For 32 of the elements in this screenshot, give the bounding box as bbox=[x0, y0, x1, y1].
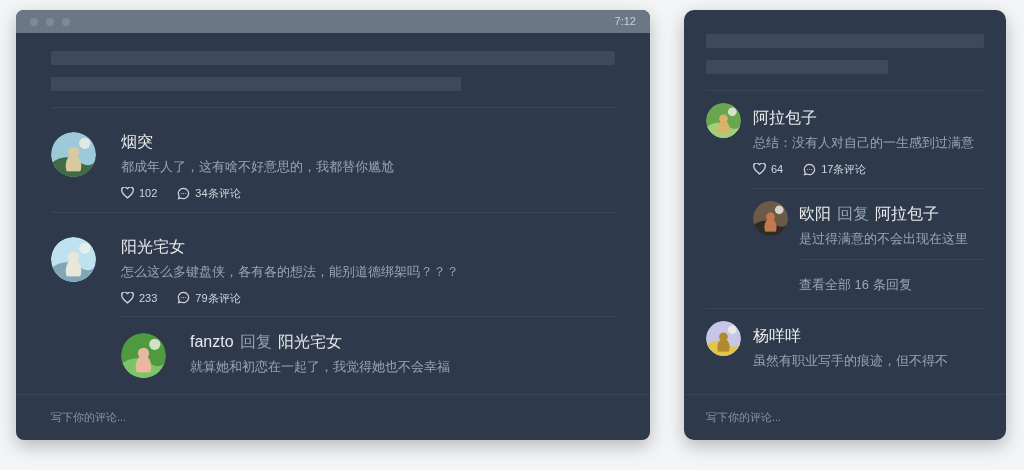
heart-icon bbox=[121, 187, 134, 200]
like-button[interactable]: 102 bbox=[121, 185, 158, 202]
like-button[interactable]: 64 bbox=[753, 161, 784, 178]
like-button[interactable]: 233 bbox=[121, 289, 158, 306]
view-all-replies-link[interactable]: 查看全部 16 条回复 bbox=[799, 276, 912, 292]
heart-icon bbox=[121, 291, 134, 304]
comment-author[interactable]: 阳光宅女 bbox=[121, 235, 615, 258]
reply-target[interactable]: 阿拉包子 bbox=[875, 202, 939, 225]
comment-text: 总结：没有人对自己的一生感到过满意 bbox=[753, 134, 975, 152]
comments-button[interactable]: 79条评论 bbox=[177, 289, 241, 306]
chat-bubble-icon bbox=[803, 162, 817, 176]
reply-text: 是过得满意的不会出现在这里 bbox=[799, 229, 968, 248]
reply-target[interactable]: 阳光宅女 bbox=[277, 331, 342, 353]
reply-text: 就算她和初恋在一起了，我觉得她也不会幸福 bbox=[190, 358, 450, 376]
comments-button[interactable]: 34条评论 bbox=[177, 185, 241, 202]
reply-label: 回复 bbox=[239, 332, 272, 352]
comments-button[interactable]: 17条评论 bbox=[803, 161, 867, 178]
comment-text: 都成年人了，这有啥不好意思的，我都替你尴尬 bbox=[121, 158, 395, 176]
comment-text: 虽然有职业写手的痕迹，但不得不 bbox=[753, 351, 949, 370]
reply-label: 回复 bbox=[837, 203, 869, 224]
comment-author[interactable]: 阿拉包子 bbox=[753, 107, 984, 129]
chat-bubble-icon bbox=[177, 186, 191, 200]
clock-time: 7:12 bbox=[614, 14, 636, 30]
comment-author[interactable]: 烟突 bbox=[121, 131, 615, 153]
chat-bubble-icon bbox=[177, 291, 191, 305]
heart-icon bbox=[753, 163, 766, 176]
reply-author[interactable]: 欧阳 bbox=[799, 202, 831, 225]
comment-input-field[interactable]: 写下你的评论... bbox=[706, 409, 984, 426]
reply-author[interactable]: fanzto bbox=[190, 331, 234, 353]
comment-text: 怎么这么多键盘侠，各有各的想法，能别道德绑架吗？？？ bbox=[121, 262, 460, 281]
comment-input-field[interactable]: 写下你的评论... bbox=[51, 409, 615, 426]
comment-author[interactable]: 杨咩咩 bbox=[753, 324, 984, 347]
